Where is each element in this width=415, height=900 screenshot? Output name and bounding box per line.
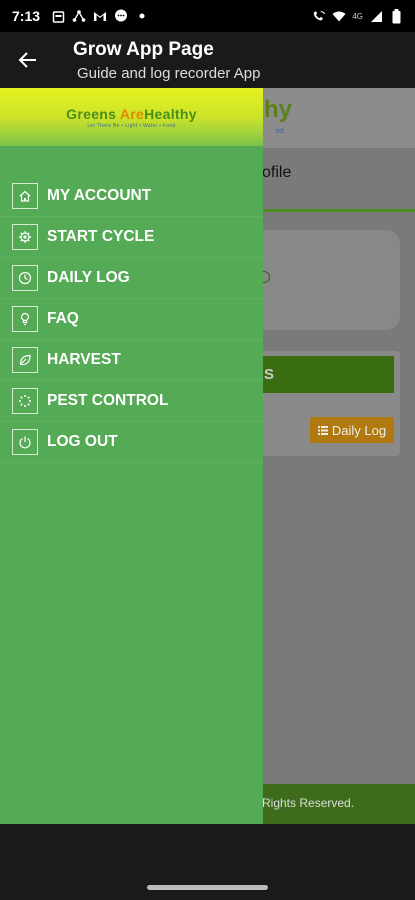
background-profile-tab: ofile (262, 164, 292, 181)
lightbulb-icon (12, 306, 38, 332)
page-subtitle: Guide and log recorder App (77, 65, 261, 82)
tab-indicator (262, 209, 415, 212)
clock-icon (12, 265, 38, 291)
wifi-icon (332, 9, 346, 23)
menu-item-label: HARVEST (47, 351, 121, 368)
leaf-icon (12, 347, 38, 373)
menu-item-label: LOG OUT (47, 433, 118, 450)
signal-icon (369, 9, 383, 23)
menu-item-label: START CYCLE (47, 228, 155, 245)
status-time: 7:13 (12, 8, 41, 24)
app-bar: Grow App Page Guide and log recorder App (0, 32, 415, 88)
power-icon (12, 429, 38, 455)
menu-item-daily-log[interactable]: DAILY LOG (0, 258, 263, 299)
logo-text-are: Are (119, 105, 145, 122)
drawer-menu: MY ACCOUNT START CYCLE DAILY LOG FAQ HAR… (0, 176, 263, 463)
network-share-icon (72, 9, 86, 23)
background-logo-fragment: hy (264, 96, 293, 123)
menu-item-label: DAILY LOG (47, 269, 130, 286)
footer-text: Rights Reserved. (262, 796, 355, 810)
menu-item-harvest[interactable]: HARVEST (0, 340, 263, 381)
daily-log-button-label: Daily Log (331, 422, 387, 438)
navigation-drawer: Greens AreHealthy Let There Be • Light •… (0, 88, 263, 824)
daily-log-button: Daily Log (310, 417, 394, 443)
menu-item-pest-control[interactable]: PEST CONTROL (0, 381, 263, 422)
spinner-icon (12, 388, 38, 414)
menu-item-faq[interactable]: FAQ (0, 299, 263, 340)
gear-icon (12, 224, 38, 250)
calendar-icon (51, 9, 65, 23)
status-bar: 7:13 4G (0, 0, 415, 32)
battery-icon (389, 8, 403, 23)
dot-icon (135, 9, 149, 23)
back-arrow-icon (18, 52, 36, 68)
chat-icon (114, 9, 128, 23)
network-type-label: 4G (352, 11, 363, 21)
logo-text-healthy: Healthy (144, 105, 197, 122)
menu-item-my-account[interactable]: MY ACCOUNT (0, 176, 263, 217)
menu-item-label: MY ACCOUNT (47, 187, 152, 204)
background-logo-tagline-fragment: ed (276, 128, 284, 135)
page-title: Grow App Page (73, 39, 214, 60)
home-icon (12, 183, 38, 209)
list-icon (317, 426, 328, 435)
gmail-icon (93, 9, 107, 23)
drawer-header: Greens AreHealthy Let There Be • Light •… (0, 88, 263, 146)
back-button[interactable] (12, 46, 44, 74)
menu-item-label: PEST CONTROL (47, 392, 169, 409)
greens-are-healthy-logo: Greens AreHealthy Let There Be • Light •… (66, 106, 197, 129)
background-action-bar: S (240, 356, 394, 393)
logo-text-greens: Greens (66, 105, 120, 122)
logo-tagline: Let There Be • Light • Water • Food (87, 122, 176, 129)
wifi-calling-icon (312, 9, 326, 23)
menu-item-start-cycle[interactable]: START CYCLE (0, 217, 263, 258)
system-navigation-bar (0, 824, 415, 900)
menu-item-label: FAQ (47, 310, 79, 327)
menu-item-log-out[interactable]: LOG OUT (0, 422, 263, 463)
home-gesture-pill[interactable] (147, 885, 268, 890)
